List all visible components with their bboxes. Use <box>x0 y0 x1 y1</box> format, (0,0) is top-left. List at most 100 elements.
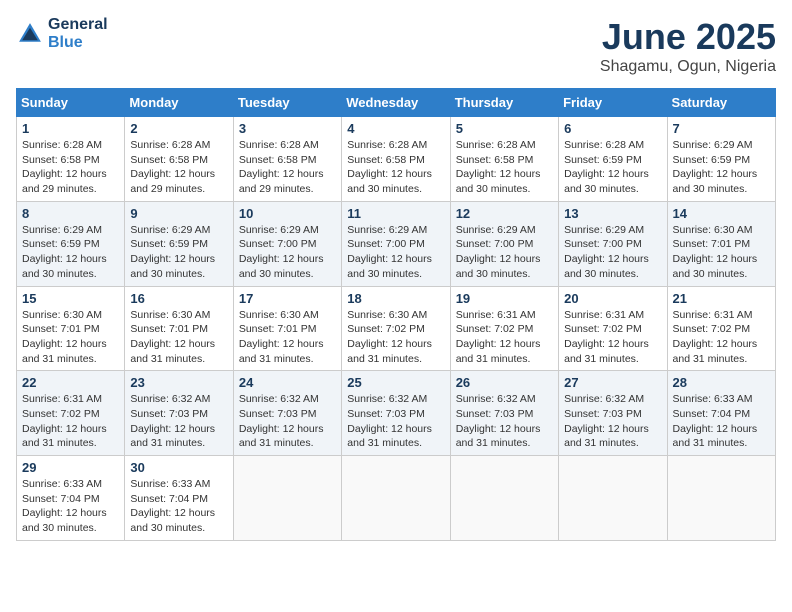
calendar-day-cell: 8 Sunrise: 6:29 AM Sunset: 6:59 PM Daylig… <box>17 201 125 286</box>
calendar-day-cell: 13 Sunrise: 6:29 AM Sunset: 7:00 PM Dayli… <box>559 201 667 286</box>
day-number: 9 <box>130 206 227 221</box>
calendar-day-cell <box>233 456 341 541</box>
day-info: Sunrise: 6:29 AM Sunset: 6:59 PM Dayligh… <box>673 138 770 197</box>
title-area: June 2025 Shagamu, Ogun, Nigeria <box>600 16 776 76</box>
day-number: 12 <box>456 206 553 221</box>
day-info: Sunrise: 6:28 AM Sunset: 6:58 PM Dayligh… <box>347 138 444 197</box>
page-header: General Blue June 2025 Shagamu, Ogun, Ni… <box>16 16 776 76</box>
day-number: 23 <box>130 375 227 390</box>
day-info: Sunrise: 6:28 AM Sunset: 6:58 PM Dayligh… <box>456 138 553 197</box>
day-number: 15 <box>22 291 119 306</box>
day-info: Sunrise: 6:28 AM Sunset: 6:59 PM Dayligh… <box>564 138 661 197</box>
month-title: June 2025 <box>600 16 776 58</box>
weekday-header-cell: Thursday <box>450 89 558 117</box>
calendar-week-row: 15 Sunrise: 6:30 AM Sunset: 7:01 PM Dayli… <box>17 286 776 371</box>
weekday-header-row: SundayMondayTuesdayWednesdayThursdayFrid… <box>17 89 776 117</box>
weekday-header-cell: Sunday <box>17 89 125 117</box>
logo-text: General Blue <box>48 16 108 52</box>
day-number: 19 <box>456 291 553 306</box>
day-info: Sunrise: 6:33 AM Sunset: 7:04 PM Dayligh… <box>22 477 119 536</box>
calendar-body: 1 Sunrise: 6:28 AM Sunset: 6:58 PM Daylig… <box>17 117 776 541</box>
day-number: 1 <box>22 121 119 136</box>
day-number: 3 <box>239 121 336 136</box>
day-info: Sunrise: 6:31 AM Sunset: 7:02 PM Dayligh… <box>456 308 553 367</box>
day-info: Sunrise: 6:28 AM Sunset: 6:58 PM Dayligh… <box>22 138 119 197</box>
day-info: Sunrise: 6:29 AM Sunset: 7:00 PM Dayligh… <box>564 223 661 282</box>
day-info: Sunrise: 6:31 AM Sunset: 7:02 PM Dayligh… <box>673 308 770 367</box>
calendar-day-cell: 17 Sunrise: 6:30 AM Sunset: 7:01 PM Dayli… <box>233 286 341 371</box>
day-number: 28 <box>673 375 770 390</box>
calendar-day-cell: 5 Sunrise: 6:28 AM Sunset: 6:58 PM Daylig… <box>450 117 558 202</box>
calendar-day-cell: 27 Sunrise: 6:32 AM Sunset: 7:03 PM Dayli… <box>559 371 667 456</box>
logo-icon <box>16 20 44 48</box>
calendar-day-cell: 10Sunrise: 6:29 AM Sunset: 7:00 PM Dayli… <box>233 201 341 286</box>
weekday-header-cell: Wednesday <box>342 89 450 117</box>
calendar-day-cell: 15 Sunrise: 6:30 AM Sunset: 7:01 PM Dayli… <box>17 286 125 371</box>
day-info: Sunrise: 6:30 AM Sunset: 7:01 PM Dayligh… <box>673 223 770 282</box>
calendar-day-cell: 6 Sunrise: 6:28 AM Sunset: 6:59 PM Daylig… <box>559 117 667 202</box>
day-number: 22 <box>22 375 119 390</box>
weekday-header-cell: Saturday <box>667 89 775 117</box>
day-number: 18 <box>347 291 444 306</box>
calendar-day-cell: 23 Sunrise: 6:32 AM Sunset: 7:03 PM Dayli… <box>125 371 233 456</box>
calendar-day-cell: 19 Sunrise: 6:31 AM Sunset: 7:02 PM Dayli… <box>450 286 558 371</box>
calendar-day-cell: 20 Sunrise: 6:31 AM Sunset: 7:02 PM Dayli… <box>559 286 667 371</box>
day-number: 6 <box>564 121 661 136</box>
calendar-day-cell: 12 Sunrise: 6:29 AM Sunset: 7:00 PM Dayli… <box>450 201 558 286</box>
day-info: Sunrise: 6:32 AM Sunset: 7:03 PM Dayligh… <box>456 392 553 451</box>
day-number: 17 <box>239 291 336 306</box>
calendar-day-cell <box>559 456 667 541</box>
logo: General Blue <box>16 16 108 52</box>
day-info: Sunrise: 6:30 AM Sunset: 7:01 PM Dayligh… <box>239 308 336 367</box>
day-number: 20 <box>564 291 661 306</box>
calendar-day-cell: 4 Sunrise: 6:28 AM Sunset: 6:58 PM Daylig… <box>342 117 450 202</box>
day-number: 29 <box>22 460 119 475</box>
day-info: Sunrise: 6:28 AM Sunset: 6:58 PM Dayligh… <box>130 138 227 197</box>
calendar-day-cell <box>667 456 775 541</box>
day-info: Sunrise: 6:29 AM Sunset: 7:00 PM Dayligh… <box>456 223 553 282</box>
day-number: 2 <box>130 121 227 136</box>
day-number: 5 <box>456 121 553 136</box>
calendar-day-cell: 9Sunrise: 6:29 AM Sunset: 6:59 PM Daylig… <box>125 201 233 286</box>
calendar-day-cell: 1 Sunrise: 6:28 AM Sunset: 6:58 PM Daylig… <box>17 117 125 202</box>
weekday-header-cell: Tuesday <box>233 89 341 117</box>
day-number: 8 <box>22 206 119 221</box>
day-info: Sunrise: 6:33 AM Sunset: 7:04 PM Dayligh… <box>130 477 227 536</box>
calendar-week-row: 29 Sunrise: 6:33 AM Sunset: 7:04 PM Dayli… <box>17 456 776 541</box>
calendar-day-cell: 3 Sunrise: 6:28 AM Sunset: 6:58 PM Daylig… <box>233 117 341 202</box>
day-number: 14 <box>673 206 770 221</box>
day-info: Sunrise: 6:29 AM Sunset: 6:59 PM Dayligh… <box>22 223 119 282</box>
day-number: 16 <box>130 291 227 306</box>
calendar-day-cell: 14 Sunrise: 6:30 AM Sunset: 7:01 PM Dayli… <box>667 201 775 286</box>
calendar-day-cell <box>450 456 558 541</box>
day-info: Sunrise: 6:32 AM Sunset: 7:03 PM Dayligh… <box>130 392 227 451</box>
day-info: Sunrise: 6:30 AM Sunset: 7:01 PM Dayligh… <box>130 308 227 367</box>
calendar-day-cell: 30 Sunrise: 6:33 AM Sunset: 7:04 PM Dayli… <box>125 456 233 541</box>
calendar-week-row: 8 Sunrise: 6:29 AM Sunset: 6:59 PM Daylig… <box>17 201 776 286</box>
day-info: Sunrise: 6:28 AM Sunset: 6:58 PM Dayligh… <box>239 138 336 197</box>
calendar-day-cell: 28Sunrise: 6:33 AM Sunset: 7:04 PM Dayli… <box>667 371 775 456</box>
day-info: Sunrise: 6:30 AM Sunset: 7:02 PM Dayligh… <box>347 308 444 367</box>
day-number: 30 <box>130 460 227 475</box>
day-number: 4 <box>347 121 444 136</box>
calendar-week-row: 22Sunrise: 6:31 AM Sunset: 7:02 PM Dayli… <box>17 371 776 456</box>
weekday-header-cell: Monday <box>125 89 233 117</box>
weekday-header-cell: Friday <box>559 89 667 117</box>
day-info: Sunrise: 6:32 AM Sunset: 7:03 PM Dayligh… <box>239 392 336 451</box>
day-number: 11 <box>347 206 444 221</box>
day-number: 25 <box>347 375 444 390</box>
day-number: 27 <box>564 375 661 390</box>
calendar-day-cell: 21 Sunrise: 6:31 AM Sunset: 7:02 PM Dayli… <box>667 286 775 371</box>
day-number: 21 <box>673 291 770 306</box>
calendar-table: SundayMondayTuesdayWednesdayThursdayFrid… <box>16 88 776 541</box>
day-number: 13 <box>564 206 661 221</box>
day-number: 24 <box>239 375 336 390</box>
day-info: Sunrise: 6:29 AM Sunset: 7:00 PM Dayligh… <box>347 223 444 282</box>
day-info: Sunrise: 6:30 AM Sunset: 7:01 PM Dayligh… <box>22 308 119 367</box>
day-info: Sunrise: 6:29 AM Sunset: 7:00 PM Dayligh… <box>239 223 336 282</box>
calendar-day-cell: 24 Sunrise: 6:32 AM Sunset: 7:03 PM Dayli… <box>233 371 341 456</box>
day-info: Sunrise: 6:32 AM Sunset: 7:03 PM Dayligh… <box>347 392 444 451</box>
calendar-day-cell: 7Sunrise: 6:29 AM Sunset: 6:59 PM Daylig… <box>667 117 775 202</box>
day-info: Sunrise: 6:32 AM Sunset: 7:03 PM Dayligh… <box>564 392 661 451</box>
day-info: Sunrise: 6:31 AM Sunset: 7:02 PM Dayligh… <box>564 308 661 367</box>
